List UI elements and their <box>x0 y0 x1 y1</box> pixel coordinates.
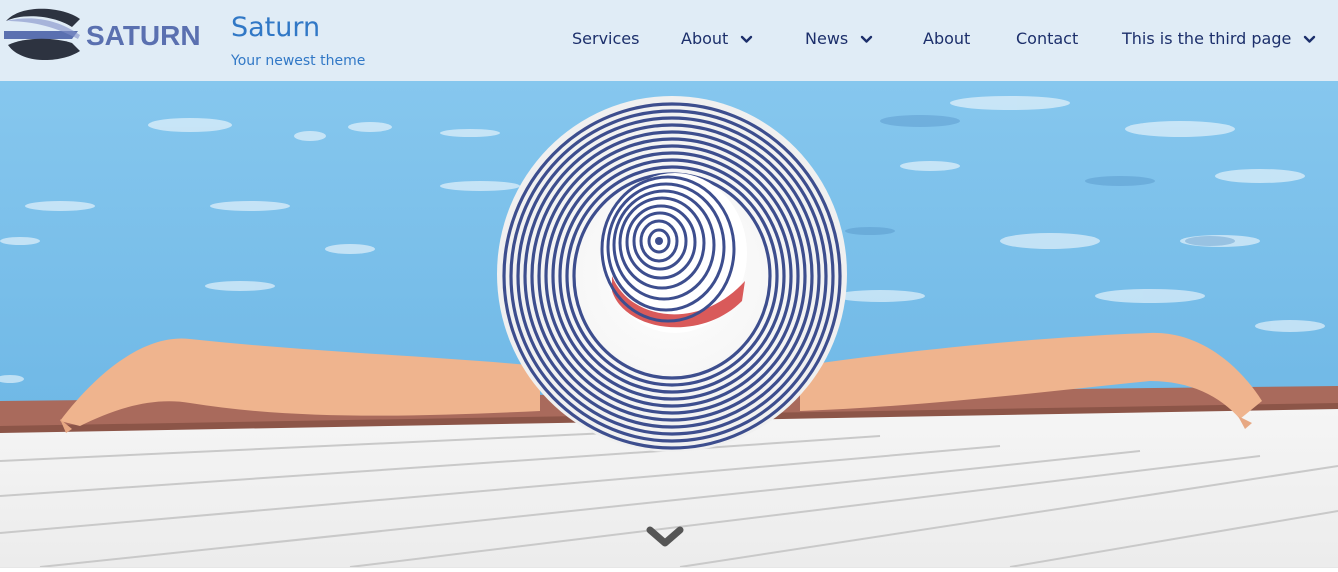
hero-banner <box>0 81 1338 567</box>
nav-item-contact[interactable]: Contact <box>1016 24 1078 52</box>
site-title[interactable]: Saturn <box>231 12 320 44</box>
svg-text:SATURN: SATURN <box>86 20 201 51</box>
chevron-down-icon[interactable] <box>860 33 873 46</box>
scroll-down-button[interactable] <box>646 524 684 550</box>
nav-item-news[interactable]: News <box>805 24 873 52</box>
nav-item-services[interactable]: Services <box>572 24 639 52</box>
page-divider <box>0 567 1338 572</box>
chevron-down-icon[interactable] <box>1303 33 1316 46</box>
saturn-logo-icon: SATURN <box>4 8 201 61</box>
site-logo[interactable]: SATURN <box>2 5 220 65</box>
hero-image <box>0 81 1338 567</box>
nav-item-label: Contact <box>1016 28 1079 48</box>
nav-item-label: About <box>923 28 971 48</box>
site-tagline: Your newest theme <box>231 53 366 69</box>
site-header: SATURN Saturn Your newest theme Services… <box>0 0 1338 81</box>
nav-item-label: This is the third page <box>1122 28 1292 48</box>
nav-item-label: Services <box>572 28 640 48</box>
nav-item-third-page[interactable]: This is the third page <box>1122 24 1316 52</box>
nav-item-about-2[interactable]: About <box>923 24 970 52</box>
chevron-down-icon[interactable] <box>740 33 753 46</box>
nav-item-about[interactable]: About <box>681 24 753 52</box>
chevron-down-icon <box>646 526 684 547</box>
nav-item-label: News <box>805 28 849 48</box>
nav-item-label: About <box>681 28 729 48</box>
